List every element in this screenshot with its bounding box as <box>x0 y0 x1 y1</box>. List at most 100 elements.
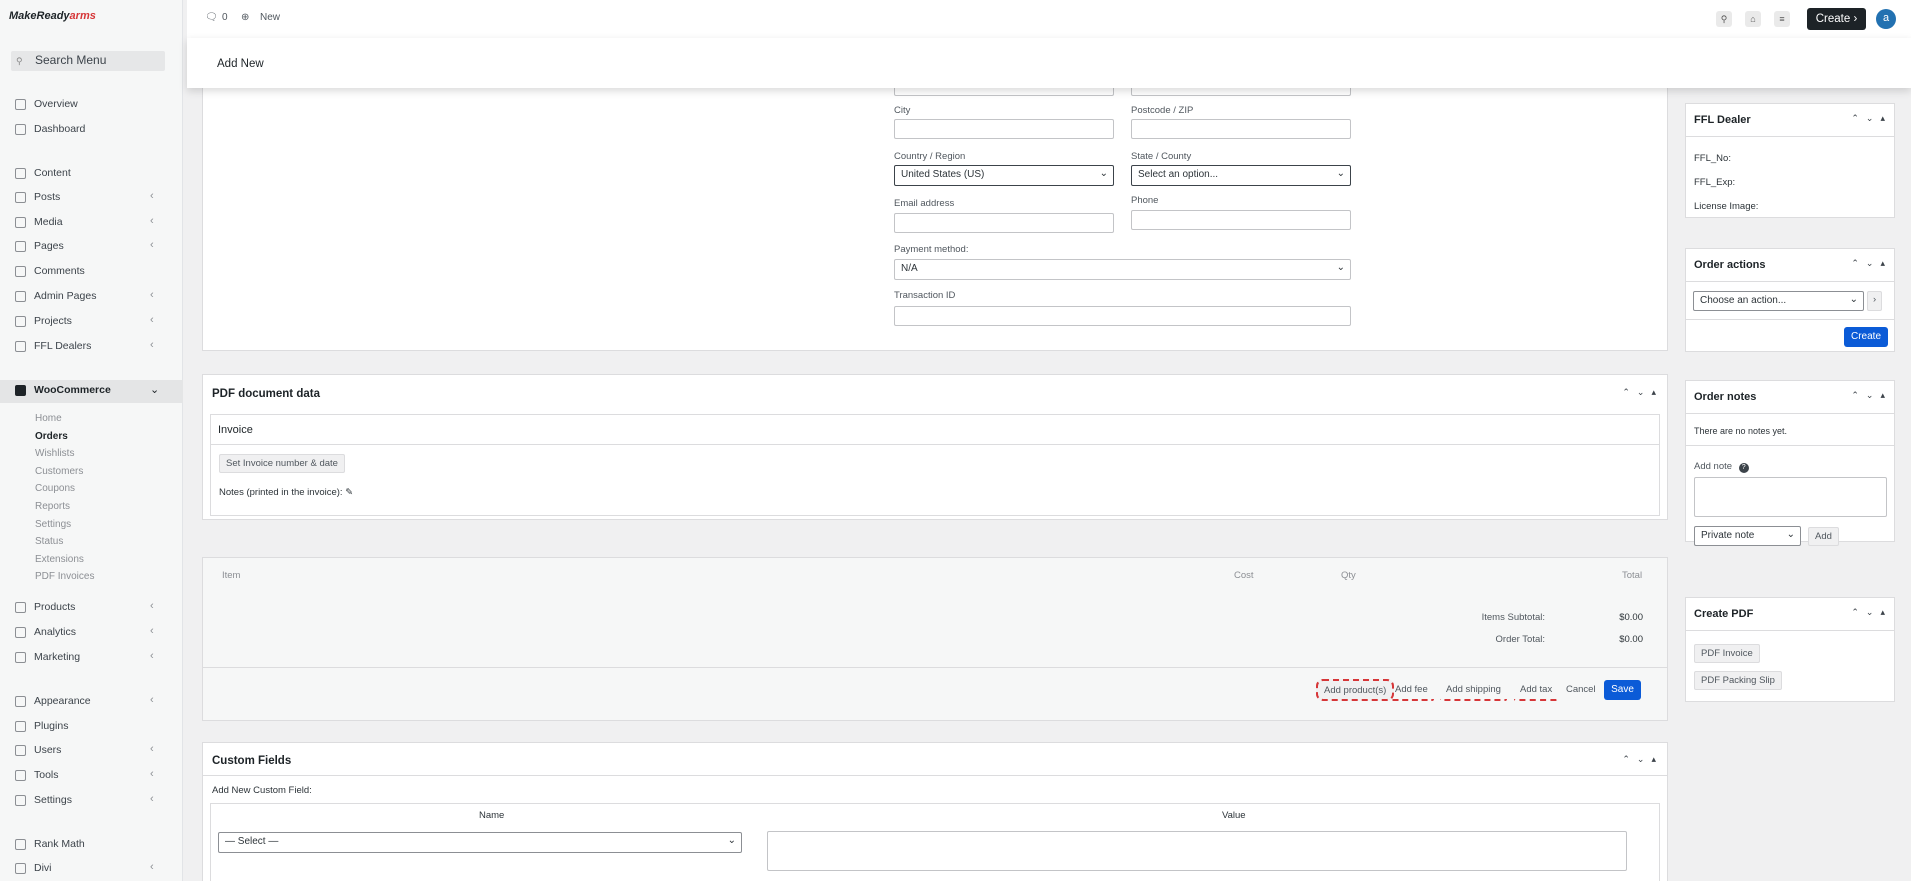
nav-admin-pages[interactable]: Admin Pages ‹ <box>0 286 183 308</box>
chevron-down-icon: ⌄ <box>1336 262 1345 273</box>
nav-products[interactable]: Products ‹ <box>0 597 183 619</box>
nav-woocommerce[interactable]: WooCommerce ⌄ <box>0 380 183 403</box>
pencil-icon[interactable]: ✎ <box>345 487 353 498</box>
pdf-document-data-box: PDF document data ⌃⌄▴ Invoice Set Invoic… <box>202 374 1668 520</box>
nav-users[interactable]: Users ‹ <box>0 740 183 762</box>
nav-posts[interactable]: Posts ‹ <box>0 187 183 209</box>
add-products-button[interactable]: Add product(s) <box>1316 679 1395 701</box>
custom-field-value-textarea[interactable] <box>767 831 1627 871</box>
plus-circle-icon[interactable]: ⊕ <box>241 12 249 23</box>
phone-field[interactable] <box>1131 210 1351 230</box>
create-order-button[interactable]: Create <box>1844 327 1888 347</box>
nav-ffl-dealers[interactable]: FFL Dealers ‹ <box>0 336 183 358</box>
add-tax-button[interactable]: Add tax <box>1514 680 1559 701</box>
submenu-extensions[interactable]: Extensions <box>35 554 84 565</box>
add-note-textarea[interactable] <box>1694 477 1887 517</box>
submenu-orders[interactable]: Orders <box>35 431 68 442</box>
search-menu-input[interactable]: ⚲ Search Menu <box>11 51 165 71</box>
box-order-controls[interactable]: ⌃⌄▴ <box>1851 258 1892 269</box>
submenu-home[interactable]: Home <box>35 413 62 424</box>
box-order-controls[interactable]: ⌃⌄▴ <box>1851 113 1892 124</box>
column-name: Name <box>479 810 505 821</box>
state-select[interactable]: Select an option... ⌄ <box>1131 165 1351 186</box>
nav-label: Overview <box>34 98 78 110</box>
address2-field-upper[interactable] <box>1131 88 1351 96</box>
nav-comments[interactable]: Comments <box>0 261 183 283</box>
nav-plugins[interactable]: Plugins <box>0 716 183 738</box>
chevron-left-icon: ‹ <box>150 600 154 612</box>
search-icon[interactable]: ⚲ <box>1716 11 1732 27</box>
save-button[interactable]: Save <box>1604 680 1641 700</box>
avatar[interactable]: a <box>1876 9 1896 29</box>
nav-media[interactable]: Media ‹ <box>0 212 183 234</box>
create-button[interactable]: Create › <box>1807 8 1866 30</box>
submenu-reports[interactable]: Reports <box>35 501 70 512</box>
add-note-button[interactable]: Add <box>1808 527 1839 546</box>
nav-tools[interactable]: Tools ‹ <box>0 765 183 787</box>
nav-rank-math[interactable]: Rank Math <box>0 834 183 856</box>
nav-appearance[interactable]: Appearance ‹ <box>0 691 183 713</box>
city-field[interactable] <box>894 119 1114 139</box>
add-fee-button[interactable]: Add fee <box>1389 680 1434 701</box>
country-select[interactable]: United States (US) ⌄ <box>894 165 1114 186</box>
overview-icon <box>15 99 26 110</box>
new-link[interactable]: New <box>260 12 280 23</box>
box-order-controls[interactable]: ⌃⌄▴ <box>1622 754 1663 765</box>
sliders-icon[interactable]: ≡ <box>1774 11 1790 27</box>
add-shipping-button[interactable]: Add shipping <box>1440 680 1507 701</box>
pdf-packing-slip-button[interactable]: PDF Packing Slip <box>1694 671 1782 690</box>
submenu-status[interactable]: Status <box>35 536 63 547</box>
cancel-button[interactable]: Cancel <box>1560 680 1602 700</box>
admin-pages-icon <box>15 291 26 302</box>
home-icon[interactable]: ⌂ <box>1745 11 1761 27</box>
set-invoice-number-button[interactable]: Set Invoice number & date <box>219 454 345 473</box>
submenu-settings[interactable]: Settings <box>35 519 71 530</box>
box-order-controls[interactable]: ⌃⌄▴ <box>1851 607 1892 618</box>
address-field-upper[interactable] <box>894 88 1114 96</box>
nav-content[interactable]: Content <box>0 163 183 185</box>
nav-label: Tools <box>34 769 59 781</box>
nav-divi[interactable]: Divi ‹ <box>0 858 183 880</box>
nav-settings[interactable]: Settings ‹ <box>0 790 183 812</box>
nav-label: FFL Dealers <box>34 340 92 352</box>
column-value: Value <box>1222 810 1246 821</box>
nav-dashboard[interactable]: Dashboard <box>0 119 183 141</box>
nav-marketing[interactable]: Marketing ‹ <box>0 647 183 669</box>
submenu-customers[interactable]: Customers <box>35 466 83 477</box>
marketing-icon <box>15 652 26 663</box>
box-order-controls[interactable]: ⌃⌄▴ <box>1851 390 1892 401</box>
state-value: Select an option... <box>1138 169 1219 180</box>
help-icon[interactable]: ? <box>1738 463 1749 473</box>
nav-analytics[interactable]: Analytics ‹ <box>0 622 183 644</box>
custom-field-name-select[interactable]: — Select — ⌄ <box>218 832 742 853</box>
chevron-left-icon: ‹ <box>150 339 154 351</box>
submenu-coupons[interactable]: Coupons <box>35 483 75 494</box>
submenu-pdf-invoices[interactable]: PDF Invoices <box>35 571 94 582</box>
order-actions-title: Order actions <box>1694 259 1766 271</box>
email-field[interactable] <box>894 213 1114 233</box>
postcode-field[interactable] <box>1131 119 1351 139</box>
country-label: Country / Region <box>894 151 966 162</box>
nav-projects[interactable]: Projects ‹ <box>0 311 183 333</box>
pdf-invoice-button[interactable]: PDF Invoice <box>1694 644 1760 663</box>
order-action-select[interactable]: Choose an action... ⌄ <box>1693 291 1864 311</box>
transaction-id-field[interactable] <box>894 306 1351 326</box>
chevron-left-icon: ‹ <box>150 694 154 706</box>
note-type-select[interactable]: Private note ⌄ <box>1694 526 1801 546</box>
admin-sidebar: MakeReadyarms ⚲ Search Menu Overview Dash… <box>0 0 183 881</box>
chevron-down-icon: ⌄ <box>1786 529 1795 540</box>
state-label: State / County <box>1131 151 1192 162</box>
payment-method-select[interactable]: N/A ⌄ <box>894 259 1351 280</box>
submenu-wishlists[interactable]: Wishlists <box>35 448 74 459</box>
nav-label: WooCommerce <box>34 384 111 396</box>
site-logo[interactable]: MakeReadyarms <box>9 10 96 22</box>
apply-action-button[interactable]: › <box>1867 291 1883 311</box>
nav-overview[interactable]: Overview <box>0 94 183 116</box>
email-label: Email address <box>894 198 955 209</box>
box-order-controls[interactable]: ⌃⌄▴ <box>1622 387 1663 398</box>
create-pdf-box: Create PDF ⌃⌄▴ PDF Invoice PDF Packing S… <box>1685 597 1895 702</box>
comments-count[interactable]: 0 <box>222 12 228 23</box>
comments-icon[interactable]: 🗨 <box>205 12 218 23</box>
add-note-label: Add note ? <box>1694 461 1749 473</box>
nav-pages[interactable]: Pages ‹ <box>0 236 183 258</box>
